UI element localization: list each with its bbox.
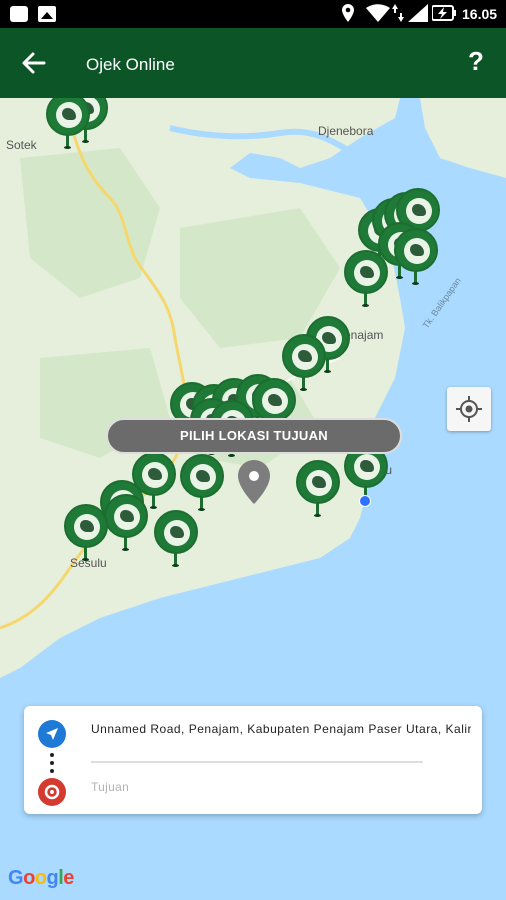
battery-icon bbox=[432, 5, 456, 21]
crosshair-icon bbox=[456, 396, 482, 422]
map-center-pin-icon bbox=[238, 460, 270, 504]
current-location-dot bbox=[359, 495, 371, 507]
help-button[interactable]: ? bbox=[468, 46, 484, 77]
image-notification-icon bbox=[38, 6, 56, 22]
status-bar: 16.05 bbox=[0, 0, 506, 28]
notification-icon bbox=[10, 6, 28, 22]
pick-destination-button[interactable]: PILIH LOKASI TUJUAN bbox=[106, 418, 402, 454]
signal-icon bbox=[408, 4, 428, 22]
clock: 16.05 bbox=[462, 6, 498, 22]
driver-marker-icon[interactable] bbox=[104, 494, 148, 552]
route-dots bbox=[50, 753, 54, 773]
destination-field[interactable]: Tujuan bbox=[91, 780, 451, 794]
driver-marker-icon[interactable] bbox=[180, 454, 224, 512]
driver-marker-icon[interactable] bbox=[296, 460, 340, 518]
my-location-button[interactable] bbox=[447, 387, 491, 431]
destination-pin-icon bbox=[38, 778, 66, 806]
location-status-icon bbox=[342, 4, 354, 22]
wifi-icon bbox=[366, 4, 390, 22]
driver-marker-icon[interactable] bbox=[394, 228, 438, 286]
driver-marker-icon[interactable] bbox=[46, 98, 90, 150]
place-label-djenebora: Djenebora bbox=[318, 124, 374, 138]
origin-navigation-icon bbox=[38, 720, 66, 748]
place-label-sotek: Sotek bbox=[6, 138, 37, 152]
card-divider bbox=[91, 761, 423, 763]
google-logo: Google bbox=[8, 867, 74, 889]
route-card: Unnamed Road, Penajam, Kabupaten Penajam… bbox=[24, 706, 482, 814]
driver-marker-icon[interactable] bbox=[64, 504, 108, 562]
page-title: Ojek Online bbox=[86, 55, 175, 74]
driver-marker-icon[interactable] bbox=[154, 510, 198, 568]
back-arrow-icon[interactable] bbox=[20, 49, 48, 77]
driver-marker-icon[interactable] bbox=[344, 250, 388, 308]
app-bar: Ojek Online ? bbox=[0, 28, 506, 98]
origin-address-field[interactable]: Unnamed Road, Penajam, Kabupaten Penajam… bbox=[91, 722, 471, 736]
data-transfer-icon bbox=[392, 4, 404, 22]
